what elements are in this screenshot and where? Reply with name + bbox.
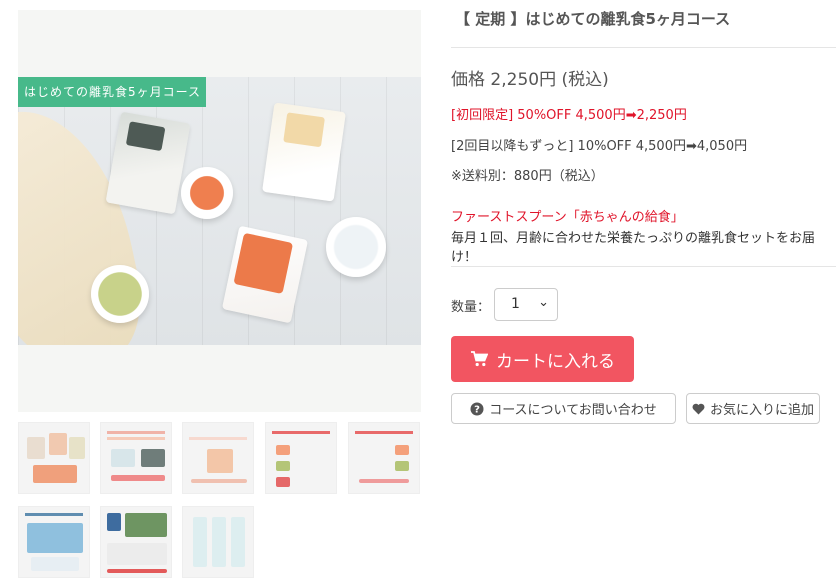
food-bowl [181, 167, 233, 219]
thumbnail[interactable] [18, 422, 90, 494]
thumbnail[interactable] [18, 506, 90, 578]
product-description: 毎月１回、月齢に合わせた栄養たっぷりの離乳食セットをお届け！ [451, 231, 816, 265]
food-pack [221, 225, 309, 324]
product-photo [18, 77, 421, 345]
product-price: 価格 2,250円 (税込) [451, 70, 609, 90]
add-to-cart-label: カートに入れる [496, 351, 615, 372]
brand-name: ファーストスプーン「赤ちゃんの給食」 [451, 210, 684, 225]
food-pack [105, 111, 191, 215]
quantity-value: 1 [511, 296, 520, 312]
heart-icon [692, 403, 705, 414]
thumbnail[interactable] [100, 506, 172, 578]
thumbnail[interactable] [348, 422, 420, 494]
first-time-promo: [初回限定] 50%OFF 4,500円➡2,250円 [451, 108, 687, 123]
quantity-select[interactable]: 1 ⌄ [494, 288, 558, 321]
divider [451, 47, 836, 48]
thumbnail[interactable] [265, 422, 337, 494]
course-inquiry-label: コースについてお問い合わせ [489, 403, 657, 418]
svg-text:?: ? [474, 404, 480, 415]
product-title: 【 定期 】はじめての離乳食5ヶ月コース [455, 10, 731, 28]
chevron-down-icon: ⌄ [538, 295, 549, 310]
thumbnail[interactable] [100, 422, 172, 494]
main-product-image[interactable]: はじめての離乳食5ヶ月コース [18, 10, 421, 412]
shipping-fee: ※送料別：880円（税込） [451, 169, 604, 184]
food-pack [262, 102, 346, 202]
food-bowl [326, 217, 386, 277]
subsequent-discount: [2回目以降もずっと] 10%OFF 4,500円➡4,050円 [451, 139, 748, 154]
add-to-favorites-label: お気に入りに追加 [709, 403, 814, 418]
thumbnail[interactable] [182, 506, 254, 578]
course-inquiry-button[interactable]: ? コースについてお問い合わせ [451, 393, 676, 424]
question-icon: ? [470, 402, 484, 415]
food-bowl [91, 265, 149, 323]
thumbnail[interactable] [182, 422, 254, 494]
image-banner: はじめての離乳食5ヶ月コース [18, 77, 206, 107]
add-to-cart-button[interactable]: カートに入れる [451, 336, 634, 382]
quantity-label: 数量： [451, 300, 491, 315]
divider [451, 266, 836, 267]
add-to-favorites-button[interactable]: お気に入りに追加 [686, 393, 820, 424]
cart-icon [471, 351, 488, 367]
